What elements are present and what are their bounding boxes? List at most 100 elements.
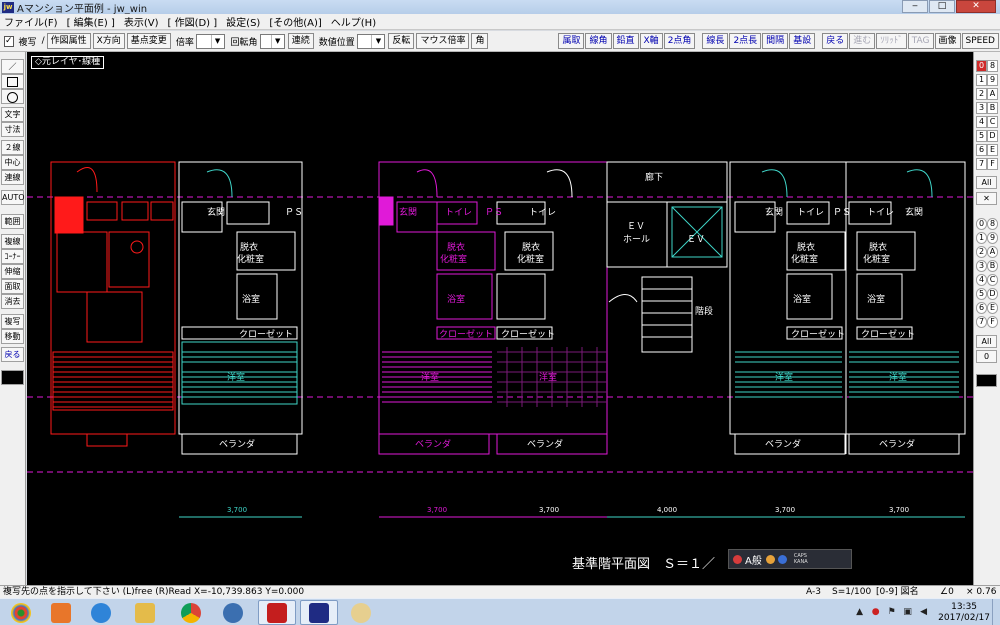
layer-button-d[interactable]: D — [987, 130, 998, 142]
x-axis-button[interactable]: X軸 — [639, 33, 663, 49]
layer-button-9[interactable]: 9 — [987, 74, 998, 86]
show-desktop-button[interactable] — [992, 599, 1000, 625]
sakuzu-zokusei-button[interactable]: 作図属性 — [46, 33, 91, 49]
vertical-button[interactable]: 鉛直 — [612, 33, 639, 49]
menu-settings[interactable]: 設定(S) — [226, 14, 260, 29]
close-icon[interactable]: ✕ — [976, 192, 997, 205]
center-line-tool-button[interactable]: 中心線 — [1, 155, 24, 180]
layer-all-button[interactable]: All — [976, 176, 997, 189]
two-point-angle-button[interactable]: 2点角 — [663, 33, 696, 49]
clock[interactable]: 13:35 2017/02/17 — [938, 602, 990, 624]
group-button-3[interactable]: 3 — [976, 260, 987, 272]
group-button-a[interactable]: A — [987, 246, 998, 258]
menu-help[interactable]: ヘルプ(H) — [331, 14, 376, 29]
network-icon[interactable]: ▣ — [902, 607, 913, 618]
group-button-c[interactable]: C — [987, 274, 998, 286]
flag-icon[interactable]: ⚑ — [886, 607, 897, 618]
ime-tool-icon[interactable] — [765, 554, 775, 564]
layer-button-7[interactable]: 7 — [976, 158, 987, 170]
menu-draw[interactable]: [ 作図(D) ] — [168, 14, 218, 29]
mouse-scale-button[interactable]: マウス倍率 — [416, 33, 470, 49]
continuous-button[interactable]: 連続 — [287, 33, 314, 49]
maximize-button[interactable]: □ — [929, 0, 955, 13]
continuous-line-tool-button[interactable]: 連線 — [1, 170, 24, 185]
redo-button[interactable]: 進む — [849, 33, 876, 49]
layer-button-6[interactable]: 6 — [976, 144, 987, 156]
speed-button[interactable]: SPEED — [961, 33, 999, 49]
line-tool-button[interactable]: ／ — [1, 59, 24, 74]
layer-button-5[interactable]: 5 — [976, 130, 987, 142]
undo-tool-button[interactable]: 戻る — [1, 347, 24, 362]
group-button-8[interactable]: 8 — [987, 218, 998, 230]
group-button-9[interactable]: 9 — [987, 232, 998, 244]
layer-button-c[interactable]: C — [987, 116, 998, 128]
fukusha-checkbox[interactable]: ✓ — [4, 35, 14, 47]
solid-button[interactable]: ｿﾘｯﾄﾞ — [876, 33, 907, 49]
image-button[interactable]: 画像 — [934, 33, 961, 49]
rectangle-tool-button[interactable] — [1, 74, 24, 89]
taskbar-media-player[interactable] — [42, 600, 80, 625]
base-point-change-button[interactable]: 基点変更 — [126, 33, 171, 49]
move-tool-button[interactable]: 移動 — [1, 329, 24, 344]
drawing-canvas[interactable]: 廊下 ＥＶ ホール ＥＶ 階段 玄関 ＰＳ 脱衣 化粧室 浴室 クローゼット 洋… — [27, 52, 973, 585]
taskbar-paint[interactable] — [342, 600, 380, 625]
offset-line-tool-button[interactable]: 複線 — [1, 234, 24, 249]
attribute-pick-button[interactable]: 属取 — [558, 33, 585, 49]
group-button-e[interactable]: E — [987, 302, 998, 314]
jw-app-icon[interactable]: jw — [2, 1, 14, 13]
x-direction-button[interactable]: X方向 — [92, 33, 125, 49]
layer-button-4[interactable]: 4 — [976, 116, 987, 128]
group-button-2[interactable]: 2 — [976, 246, 987, 258]
zoom-indicator[interactable]: × 0.76 — [966, 586, 996, 598]
minimize-button[interactable]: ‒ — [902, 0, 928, 13]
group-zero-button[interactable]: 0 — [976, 350, 997, 363]
group-button-6[interactable]: 6 — [976, 302, 987, 314]
taskbar-chrome[interactable] — [172, 600, 210, 625]
chamfer-tool-button[interactable]: 面取 — [1, 279, 24, 294]
text-tool-button[interactable]: 文字 — [1, 107, 24, 122]
taskbar-explorer[interactable] — [126, 600, 164, 625]
layer-button-f[interactable]: F — [987, 158, 998, 170]
menu-edit[interactable]: [ 編集(E) ] — [67, 14, 115, 29]
taskbar-thunderbird[interactable] — [214, 600, 252, 625]
menu-view[interactable]: 表示(V) — [124, 14, 159, 29]
volume-icon[interactable]: ◀ — [918, 607, 929, 618]
corner-tool-button[interactable]: ｺｰﾅｰ — [1, 249, 24, 264]
scale-indicator[interactable]: S=1/100 — [832, 586, 871, 598]
tag-button[interactable]: TAG — [907, 33, 934, 49]
group-button-4[interactable]: 4 — [976, 274, 987, 286]
group-all-button[interactable]: All — [976, 335, 997, 348]
layer-linetype-label[interactable]: ◇元レイヤ･線種 — [31, 56, 105, 69]
auto-tool-button[interactable]: AUTO — [1, 190, 25, 205]
taskbar-acrobat[interactable] — [258, 600, 296, 625]
layer-button-3[interactable]: 3 — [976, 102, 987, 114]
flip-button[interactable]: 反転 — [388, 33, 415, 49]
angle-button[interactable]: 角 — [471, 33, 489, 49]
base-setting-button[interactable]: 基設 — [789, 33, 816, 49]
erase-tool-button[interactable]: 消去 — [1, 294, 24, 309]
chevron-up-icon[interactable]: ▲ — [854, 607, 865, 618]
group-button-7[interactable]: 7 — [976, 316, 987, 328]
circle-tool-button[interactable] — [1, 89, 24, 104]
line-length-button[interactable]: 線長 — [702, 33, 729, 49]
line-type-indicator[interactable] — [976, 374, 997, 387]
menu-other[interactable]: [その他(A)] — [269, 14, 321, 29]
range-tool-button[interactable]: 範囲 — [1, 214, 24, 229]
paper-size[interactable]: A-3 — [806, 586, 821, 598]
group-button-0[interactable]: 0 — [976, 218, 987, 230]
line-type-indicator[interactable] — [1, 370, 24, 385]
start-button[interactable] — [2, 600, 40, 625]
scale-select[interactable]: ▼ — [195, 33, 225, 49]
layer-button-e[interactable]: E — [987, 144, 998, 156]
layer-button-1[interactable]: 1 — [976, 74, 987, 86]
antivirus-icon[interactable]: ● — [870, 607, 881, 618]
rotation-select[interactable]: ▼ — [259, 33, 285, 49]
copy-tool-button[interactable]: 複写 — [1, 314, 24, 329]
close-button[interactable]: ✕ — [956, 0, 996, 13]
ime-mode-icon[interactable] — [733, 554, 742, 564]
two-point-length-button[interactable]: 2点長 — [729, 33, 762, 49]
layer-button-b[interactable]: B — [987, 102, 998, 114]
undo-button[interactable]: 戻る — [822, 33, 849, 49]
layer-button-2[interactable]: 2 — [976, 88, 987, 100]
line-angle-button[interactable]: 線角 — [585, 33, 612, 49]
